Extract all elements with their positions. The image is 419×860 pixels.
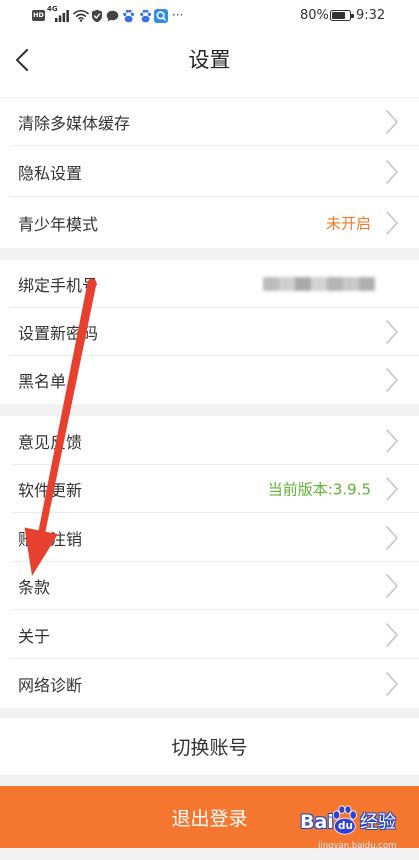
chevron-right-icon xyxy=(386,622,398,647)
row-label: 设置新密码 xyxy=(18,324,99,343)
row-label: 清除多媒体缓存 xyxy=(18,114,131,133)
row-clear-media-cache[interactable]: 清除多媒体缓存 xyxy=(0,98,419,146)
watermark-product: 经验 xyxy=(360,812,396,833)
row-label: 软件更新 xyxy=(18,481,83,500)
row-label: 青少年模式 xyxy=(18,214,99,234)
settings-group-account: 绑定手机号 设置新密码 黑名单 xyxy=(0,260,419,404)
chevron-right-icon xyxy=(386,525,398,550)
row-label: 条款 xyxy=(18,578,51,597)
row-teen-mode[interactable]: 青少年模式 未开启 xyxy=(0,197,419,248)
signal-strength-icon xyxy=(55,10,69,22)
battery-percent: 80% xyxy=(300,8,329,23)
row-terms[interactable]: 条款 xyxy=(0,562,419,610)
chat-bubble-icon xyxy=(106,10,119,22)
row-blacklist[interactable]: 黑名单 xyxy=(0,356,419,404)
row-label: 账号注销 xyxy=(18,529,83,549)
row-about[interactable]: 关于 xyxy=(0,610,419,659)
row-label: 关于 xyxy=(18,626,51,646)
row-label: 隐私设置 xyxy=(18,163,83,183)
row-network-diagnosis[interactable]: 网络诊断 xyxy=(0,659,419,708)
chevron-right-icon xyxy=(386,210,398,235)
row-set-new-password[interactable]: 设置新密码 xyxy=(0,308,419,356)
phone-number-value-redacted xyxy=(263,277,375,291)
row-software-update[interactable]: 软件更新 当前版本:3.9.5 xyxy=(0,465,419,513)
teen-mode-status: 未开启 xyxy=(325,214,371,232)
battery-level-fill xyxy=(332,12,346,19)
chevron-right-icon xyxy=(386,574,398,598)
baidu-jingyan-watermark: Bai du 经验 jingyan.baidu.com xyxy=(300,803,412,851)
row-account-deletion[interactable]: 账号注销 xyxy=(0,513,419,562)
wifi-icon xyxy=(73,9,89,22)
shield-check-icon xyxy=(92,9,102,23)
row-label: 黑名单 xyxy=(18,372,67,391)
clock: 9:32 xyxy=(356,8,386,23)
chevron-right-icon xyxy=(386,110,398,134)
row-privacy-settings[interactable]: 隐私设置 xyxy=(0,146,419,197)
row-label: 意见反馈 xyxy=(18,432,83,452)
status-bar: HD 4G ··· 80% 9:32 xyxy=(0,0,419,32)
row-feedback[interactable]: 意见反馈 xyxy=(0,416,419,465)
chevron-right-icon xyxy=(386,159,398,184)
row-label: 网络诊断 xyxy=(18,675,83,695)
chevron-right-icon xyxy=(386,428,398,453)
watermark-brand-prefix: Bai xyxy=(300,811,334,833)
battery-icon xyxy=(330,10,354,21)
header: 设置 xyxy=(0,32,419,98)
chevron-right-icon xyxy=(386,368,398,392)
hd-label: HD xyxy=(33,11,44,20)
chevron-right-icon xyxy=(386,477,398,501)
page-title: 设置 xyxy=(188,48,231,72)
paw-app-icon-2 xyxy=(140,9,151,23)
settings-group-misc: 意见反馈 软件更新 当前版本:3.9.5 账号注销 条款 关于 网络诊断 xyxy=(0,416,419,708)
paw-app-icon xyxy=(123,9,134,23)
search-app-icon xyxy=(154,9,168,23)
switch-account-label: 切换账号 xyxy=(171,737,248,759)
watermark-url: jingyan.baidu.com xyxy=(318,841,397,851)
current-version: 当前版本:3.9.5 xyxy=(267,480,371,499)
settings-group-general: 清除多媒体缓存 隐私设置 青少年模式 未开启 xyxy=(0,98,419,248)
more-notifications-icon: ··· xyxy=(172,8,184,22)
watermark-brand-suffix: du xyxy=(338,820,353,832)
row-label: 绑定手机号 xyxy=(18,276,99,295)
chevron-right-icon xyxy=(386,320,398,344)
logout-label: 退出登录 xyxy=(171,807,248,830)
chevron-right-icon xyxy=(386,671,398,696)
hd-voice-icon: HD xyxy=(32,10,45,21)
switch-account-button[interactable]: 切换账号 xyxy=(0,718,419,775)
row-bind-phone[interactable]: 绑定手机号 xyxy=(0,260,419,308)
